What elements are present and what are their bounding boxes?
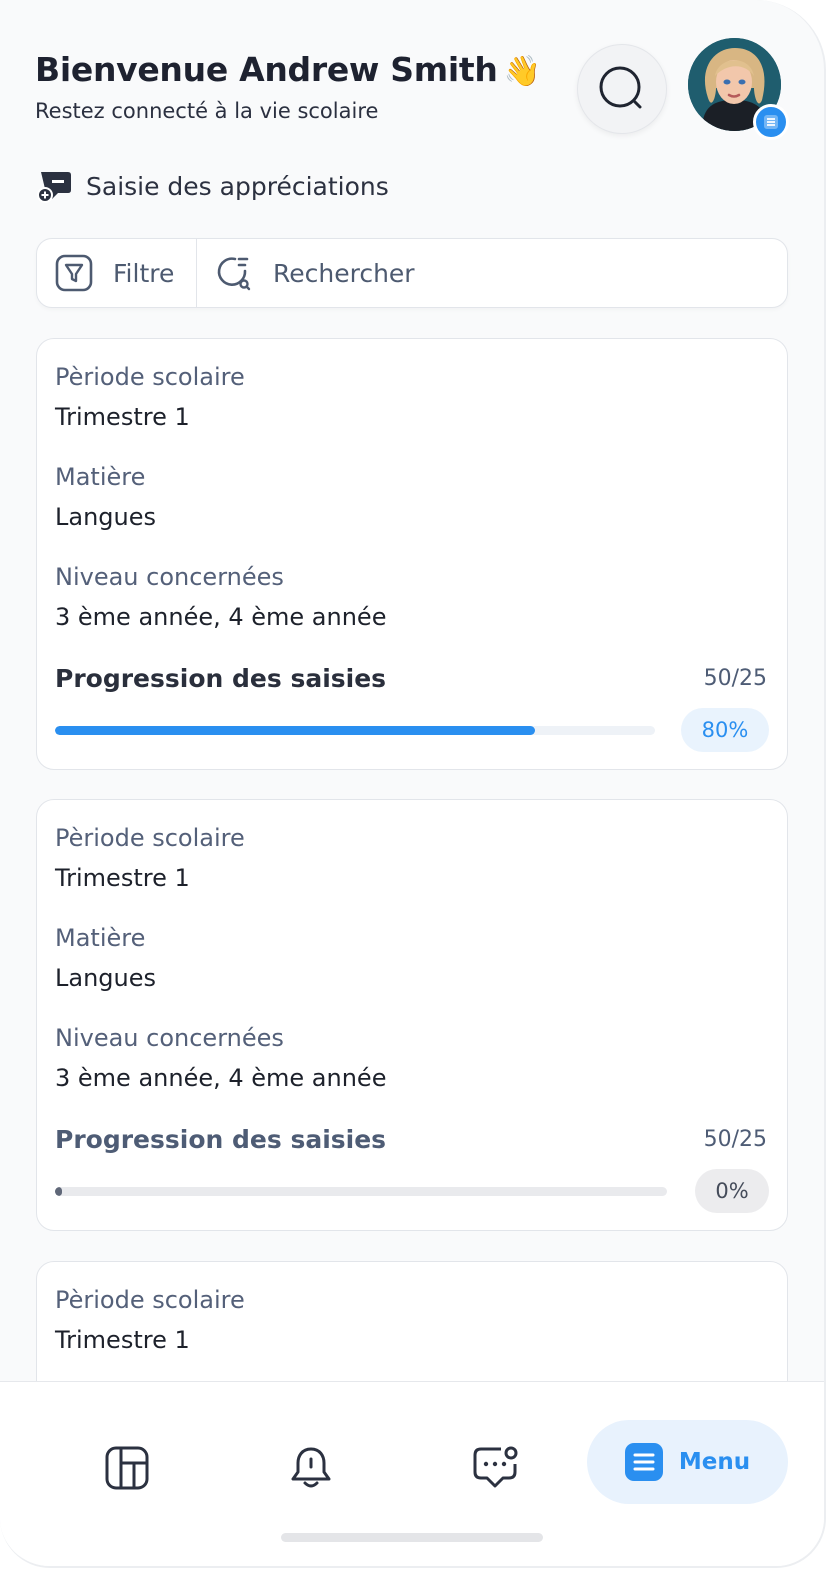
level-label: Niveau concernées bbox=[55, 563, 284, 591]
progress-label: Progression des saisies bbox=[55, 1125, 387, 1154]
period-label: Pèriode scolaire bbox=[55, 824, 245, 852]
search-input[interactable] bbox=[273, 258, 733, 288]
menu-button[interactable]: Menu bbox=[587, 1420, 788, 1504]
greeting-title: Bienvenue Andrew Smith 👋 bbox=[35, 50, 541, 89]
period-label: Pèriode scolaire bbox=[55, 1286, 245, 1314]
app-screen: Bienvenue Andrew Smith 👋 Restez connecté … bbox=[0, 0, 826, 1568]
period-value: Trimestre 1 bbox=[55, 1326, 190, 1354]
avatar-badge bbox=[753, 104, 789, 140]
level-value: 3 ème année, 4 ème année bbox=[55, 603, 387, 631]
search-refresh-icon bbox=[217, 257, 251, 291]
nav-dashboard[interactable] bbox=[97, 1438, 157, 1498]
progress-percent: 0% bbox=[695, 1169, 769, 1213]
greeting-block: Bienvenue Andrew Smith 👋 Restez connecté … bbox=[35, 50, 541, 123]
chat-icon bbox=[473, 1446, 518, 1488]
period-value: Trimestre 1 bbox=[55, 403, 190, 431]
filter-button[interactable]: Filtre bbox=[37, 239, 197, 307]
greeting-text: Bienvenue Andrew Smith bbox=[35, 50, 498, 89]
progress-count: 50/25 bbox=[703, 666, 767, 691]
level-label: Niveau concernées bbox=[55, 1024, 284, 1052]
progress-count: 50/25 bbox=[703, 1127, 767, 1152]
subject-value: Langues bbox=[55, 964, 157, 992]
bell-icon bbox=[291, 1447, 331, 1488]
appreciation-card[interactable]: Pèriode scolaire Trimestre 1 Matière Lan… bbox=[36, 799, 788, 1231]
filter-label: Filtre bbox=[113, 258, 175, 288]
list-icon bbox=[764, 115, 778, 129]
period-value: Trimestre 1 bbox=[55, 864, 190, 892]
menu-label: Menu bbox=[678, 1449, 751, 1475]
section-title: Saisie des appréciations bbox=[86, 171, 389, 201]
menu-icon bbox=[624, 1443, 663, 1481]
progress-bar bbox=[55, 726, 655, 735]
progress-bar-fill bbox=[55, 1187, 63, 1196]
comment-add-icon bbox=[37, 172, 71, 203]
dashboard-icon bbox=[105, 1446, 149, 1490]
section-header: Saisie des appréciations bbox=[36, 168, 389, 204]
nav-notifications[interactable] bbox=[281, 1438, 341, 1498]
level-value: 3 ème année, 4 ème année bbox=[55, 1064, 387, 1092]
progress-label: Progression des saisies bbox=[55, 664, 387, 693]
wave-emoji: 👋 bbox=[503, 54, 541, 89]
subject-value: Langues bbox=[55, 503, 157, 531]
bottom-navigation: Menu bbox=[0, 1381, 824, 1566]
search-button[interactable] bbox=[577, 44, 667, 134]
filter-bar: Filtre bbox=[36, 238, 788, 308]
progress-bar-fill bbox=[55, 726, 535, 735]
subject-label: Matière bbox=[55, 924, 146, 952]
greeting-subtitle: Restez connecté à la vie scolaire bbox=[35, 99, 379, 123]
search-icon bbox=[599, 66, 642, 109]
home-indicator bbox=[281, 1533, 543, 1542]
nav-messages[interactable] bbox=[465, 1438, 525, 1498]
appreciation-card[interactable]: Pèriode scolaire Trimestre 1 Matière Lan… bbox=[36, 338, 788, 770]
filter-icon bbox=[55, 254, 93, 292]
search-field[interactable] bbox=[197, 239, 787, 307]
period-label: Pèriode scolaire bbox=[55, 363, 245, 391]
subject-label: Matière bbox=[55, 463, 146, 491]
progress-percent: 80% bbox=[681, 708, 769, 752]
progress-bar bbox=[55, 1187, 667, 1196]
